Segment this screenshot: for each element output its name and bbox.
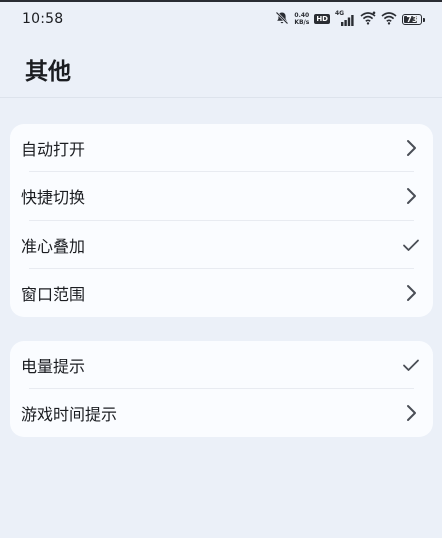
setting-row-battery-reminder[interactable]: 电量提示: [10, 341, 433, 389]
page-title: 其他: [25, 59, 71, 85]
status-icons: 0.40 KB/s HD 4G 73: [275, 10, 425, 29]
battery-level: 73: [406, 14, 418, 24]
settings-group-general: 自动打开 快捷切换 准心叠加 窗口范围: [10, 124, 433, 317]
setting-label: 快捷切换: [21, 188, 86, 208]
checkmark-icon: [402, 236, 420, 254]
hd-badge: HD: [314, 14, 330, 24]
settings-group-reminders: 电量提示 游戏时间提示: [10, 341, 433, 437]
wifi-icon: [381, 10, 397, 29]
setting-row-game-time-reminder[interactable]: 游戏时间提示: [10, 389, 433, 437]
chevron-right-icon: [402, 187, 420, 205]
setting-row-auto-open[interactable]: 自动打开: [10, 124, 433, 173]
wifi-calling-icon: [360, 10, 376, 29]
setting-row-quick-switch[interactable]: 快捷切换: [10, 172, 433, 221]
status-time: 10:58: [22, 11, 64, 27]
setting-label: 游戏时间提示: [21, 405, 118, 424]
battery-tip: [423, 17, 425, 22]
status-bar: 10:58 0.40 KB/s HD 4G 73: [0, 2, 442, 36]
setting-label: 自动打开: [21, 140, 86, 160]
chevron-right-icon: [402, 284, 420, 302]
chevron-right-icon: [402, 404, 420, 422]
cellular-signal: 4G: [335, 10, 355, 27]
network-speed-unit: KB/s: [294, 19, 310, 26]
network-speed: 0.40 KB/s: [294, 12, 309, 26]
setting-label: 准心叠加: [21, 236, 86, 256]
setting-label: 电量提示: [21, 357, 86, 376]
battery-icon: 73: [402, 13, 425, 25]
muted-bell-icon: [275, 10, 289, 29]
checkmark-icon: [402, 356, 420, 374]
setting-row-crosshair-overlay[interactable]: 准心叠加: [10, 221, 433, 269]
setting-row-window-range[interactable]: 窗口范围: [10, 269, 433, 317]
chevron-right-icon: [402, 139, 420, 157]
setting-label: 窗口范围: [21, 284, 86, 304]
page-header: 其他: [0, 36, 442, 98]
network-speed-value: 0.40: [294, 12, 310, 19]
cellular-signal-icon: [341, 15, 354, 26]
